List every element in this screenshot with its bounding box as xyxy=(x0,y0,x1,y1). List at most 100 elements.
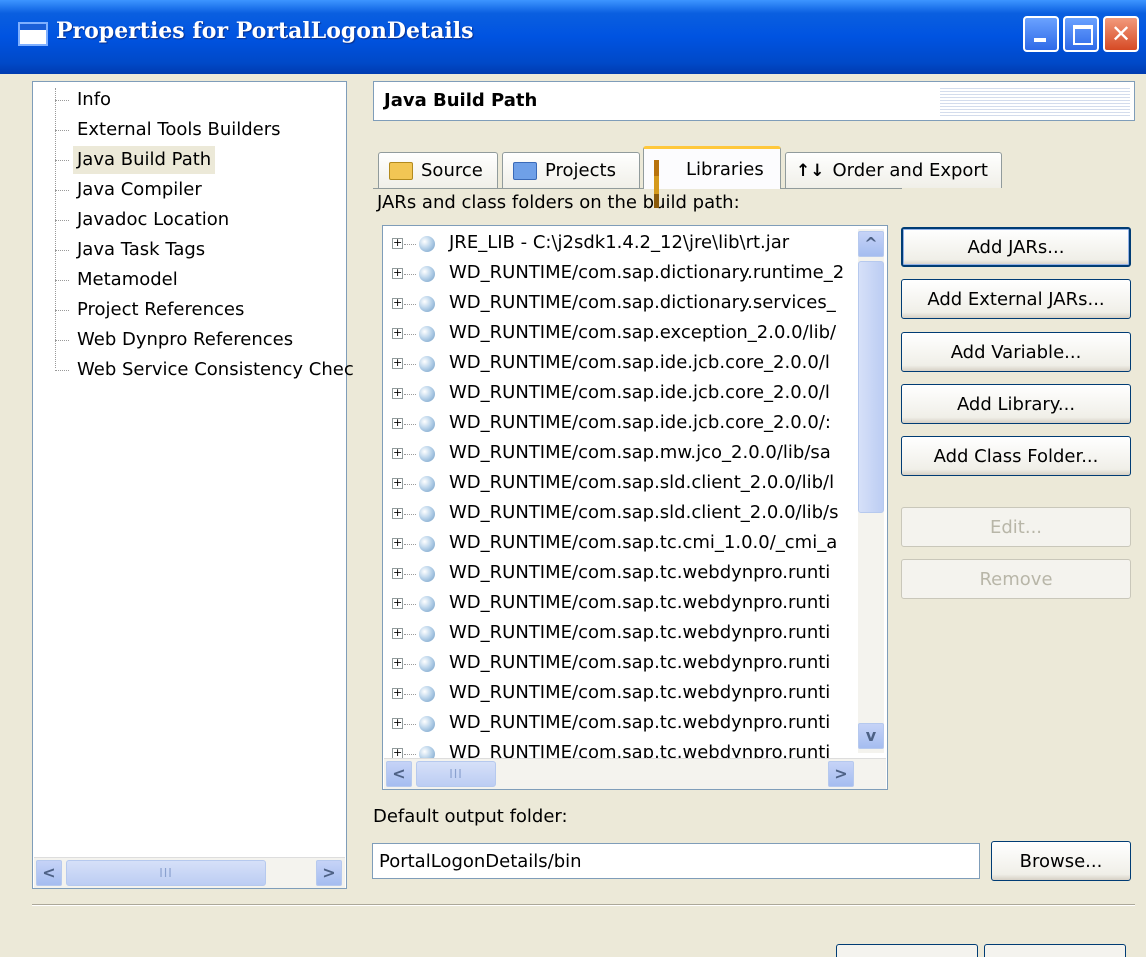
order-arrows-icon: ↑↓ xyxy=(796,160,825,181)
expand-icon[interactable]: + xyxy=(392,237,403,249)
list-scroll-up-icon[interactable]: ^ xyxy=(858,231,884,257)
tree-item[interactable]: Web Service Consistency Chec xyxy=(73,356,358,384)
tree-connector xyxy=(404,664,416,665)
library-row[interactable]: + WD_RUNTIME/com.sap.mw.jco_2.0.0/lib/sa xyxy=(383,439,863,469)
tab-source[interactable]: Source xyxy=(378,152,498,188)
library-row[interactable]: + WD_RUNTIME/com.sap.tc.webdynpro.runti xyxy=(383,709,863,739)
expand-icon[interactable]: + xyxy=(392,687,403,699)
library-row[interactable]: + WD_RUNTIME/com.sap.tc.webdynpro.runti xyxy=(383,679,863,709)
tree-connector xyxy=(55,310,69,311)
list-vertical-scrollbar[interactable]: ^ v xyxy=(858,229,884,753)
add-jars-button[interactable]: Add JARs... xyxy=(901,227,1131,267)
tree-item[interactable]: Metamodel xyxy=(73,266,182,294)
close-icon[interactable]: ✕ xyxy=(1103,16,1139,52)
list-horizontal-scrollbar[interactable]: < III > xyxy=(384,758,886,789)
tree-connector xyxy=(404,724,416,725)
list-vertical-thumb[interactable] xyxy=(858,261,884,513)
library-row[interactable]: + WD_RUNTIME/com.sap.sld.client_2.0.0/lib… xyxy=(383,469,863,499)
remove-button[interactable]: Remove xyxy=(901,559,1131,599)
maximize-icon[interactable] xyxy=(1063,16,1099,52)
tree-item[interactable]: External Tools Builders xyxy=(73,116,285,144)
tree-connector xyxy=(404,424,416,425)
list-scroll-right-icon[interactable]: > xyxy=(828,761,854,787)
expand-icon[interactable]: + xyxy=(392,447,403,459)
expand-icon[interactable]: + xyxy=(392,477,403,489)
library-path: WD_RUNTIME/com.sap.tc.webdynpro.runti xyxy=(449,712,831,733)
source-folder-icon xyxy=(389,161,413,180)
expand-icon[interactable]: + xyxy=(392,387,403,399)
tree-item[interactable]: Java Compiler xyxy=(73,176,206,204)
library-row[interactable]: + WD_RUNTIME/com.sap.tc.cmi_1.0.0/_cmi_a xyxy=(383,529,863,559)
list-scroll-down-icon[interactable]: v xyxy=(858,723,884,749)
tab-projects[interactable]: Projects xyxy=(502,152,640,188)
tree-horizontal-scrollbar[interactable]: < III > xyxy=(34,857,345,888)
library-path: WD_RUNTIME/com.sap.tc.webdynpro.runti xyxy=(449,562,831,583)
add-external-jars-button[interactable]: Add External JARs... xyxy=(901,279,1131,319)
library-row[interactable]: + WD_RUNTIME/com.sap.tc.webdynpro.runti xyxy=(383,559,863,589)
tree-item[interactable]: Web Dynpro References xyxy=(73,326,297,354)
library-row[interactable]: + WD_RUNTIME/com.sap.ide.jcb.core_2.0.0/: xyxy=(383,409,863,439)
minimize-icon[interactable] xyxy=(1023,16,1059,52)
tree-connector xyxy=(55,220,69,221)
ok-button-partial[interactable] xyxy=(836,944,978,957)
library-row[interactable]: + WD_RUNTIME/com.sap.dictionary.services_ xyxy=(383,289,863,319)
library-row[interactable]: + WD_RUNTIME/com.sap.tc.webdynpro.runti xyxy=(383,619,863,649)
library-row[interactable]: + WD_RUNTIME/com.sap.tc.webdynpro.runti xyxy=(383,649,863,679)
expand-icon[interactable]: + xyxy=(392,297,403,309)
cancel-button-partial[interactable] xyxy=(984,944,1126,957)
library-row[interactable]: + WD_RUNTIME/com.sap.sld.client_2.0.0/lib… xyxy=(383,499,863,529)
scroll-left-icon[interactable]: < xyxy=(36,860,62,886)
properties-tree: Info External Tools Builders Java Build Pa… xyxy=(32,81,354,889)
library-path: WD_RUNTIME/com.sap.dictionary.services_ xyxy=(449,292,836,313)
expand-icon[interactable]: + xyxy=(392,357,403,369)
expand-icon[interactable]: + xyxy=(392,657,403,669)
libraries-caption: JARs and class folders on the build path… xyxy=(377,192,740,213)
library-path: WD_RUNTIME/com.sap.tc.webdynpro.runti xyxy=(449,622,831,643)
library-row[interactable]: + WD_RUNTIME/com.sap.tc.webdynpro.runti xyxy=(383,589,863,619)
tree-connector xyxy=(404,634,416,635)
add-library-button[interactable]: Add Library... xyxy=(901,384,1131,424)
edit-button[interactable]: Edit... xyxy=(901,507,1131,547)
tree-item[interactable]: Info xyxy=(73,86,115,114)
expand-icon[interactable]: + xyxy=(392,327,403,339)
libraries-list[interactable]: + JRE_LIB - C:\j2sdk1.4.2_12\jre\lib\rt.j… xyxy=(382,225,888,790)
expand-icon[interactable]: + xyxy=(392,717,403,729)
jar-icon xyxy=(419,236,435,252)
tab-order-and-export[interactable]: ↑↓ Order and Export xyxy=(785,152,1002,188)
scroll-right-icon[interactable]: > xyxy=(316,860,342,886)
tree-item[interactable]: Project References xyxy=(73,296,248,324)
library-path: WD_RUNTIME/com.sap.tc.webdynpro.runti xyxy=(449,652,831,673)
expand-icon[interactable]: + xyxy=(392,597,403,609)
tree-item[interactable]: Java Task Tags xyxy=(73,236,209,264)
window-app-icon xyxy=(18,22,48,46)
library-path: WD_RUNTIME/com.sap.exception_2.0.0/lib/ xyxy=(449,322,837,343)
library-row[interactable]: + WD_RUNTIME/com.sap.ide.jcb.core_2.0.0/l xyxy=(383,349,863,379)
expand-icon[interactable]: + xyxy=(392,627,403,639)
tree-item[interactable]: Javadoc Location xyxy=(73,206,233,234)
browse-button[interactable]: Browse... xyxy=(991,841,1131,881)
jar-icon xyxy=(419,566,435,582)
tree-connector xyxy=(404,574,416,575)
add-class-folder-button[interactable]: Add Class Folder... xyxy=(901,436,1131,476)
expand-icon[interactable]: + xyxy=(392,267,403,279)
library-row[interactable]: + WD_RUNTIME/com.sap.ide.jcb.core_2.0.0/l xyxy=(383,379,863,409)
jar-icon xyxy=(419,716,435,732)
list-scroll-left-icon[interactable]: < xyxy=(386,761,412,787)
tree-item[interactable]: Java Build Path xyxy=(73,146,216,174)
page-title: Java Build Path xyxy=(384,90,538,111)
scroll-thumb[interactable]: III xyxy=(66,860,266,886)
library-path: WD_RUNTIME/com.sap.sld.client_2.0.0/lib/… xyxy=(449,502,839,523)
expand-icon[interactable]: + xyxy=(392,507,403,519)
expand-icon[interactable]: + xyxy=(392,567,403,579)
add-variable-button[interactable]: Add Variable... xyxy=(901,332,1131,372)
list-scroll-thumb[interactable]: III xyxy=(416,761,496,787)
tab-libraries[interactable]: Libraries xyxy=(643,146,781,208)
tree-connector xyxy=(404,484,416,485)
expand-icon[interactable]: + xyxy=(392,417,403,429)
tree-connector xyxy=(404,454,416,455)
library-row[interactable]: + WD_RUNTIME/com.sap.exception_2.0.0/lib/ xyxy=(383,319,863,349)
library-row[interactable]: + WD_RUNTIME/com.sap.dictionary.runtime_2 xyxy=(383,259,863,289)
expand-icon[interactable]: + xyxy=(392,537,403,549)
output-folder-field[interactable]: PortalLogonDetails/bin xyxy=(372,843,980,879)
library-row[interactable]: + JRE_LIB - C:\j2sdk1.4.2_12\jre\lib\rt.j… xyxy=(383,229,863,259)
